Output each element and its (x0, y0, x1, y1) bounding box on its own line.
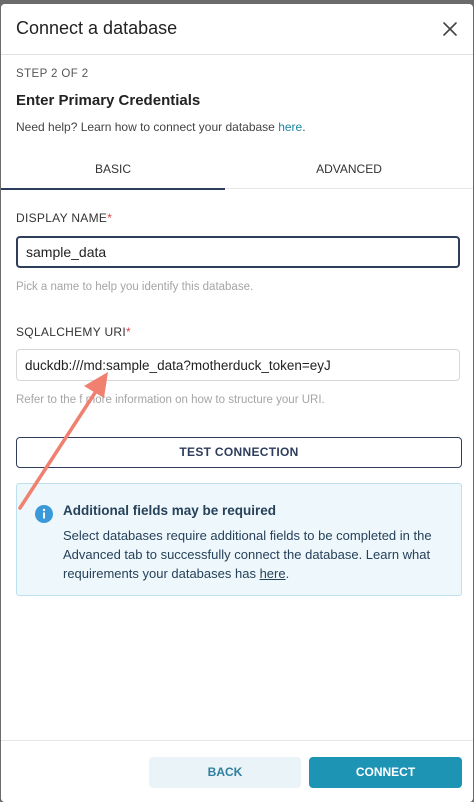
help-link[interactable]: here (278, 120, 302, 134)
connect-button[interactable]: CONNECT (309, 757, 462, 788)
section-title: Enter Primary Credentials (16, 92, 201, 109)
test-connection-button[interactable]: TEST CONNECTION (16, 437, 462, 468)
sqlalchemy-uri-input[interactable] (16, 349, 460, 381)
close-icon (443, 22, 457, 36)
back-button[interactable]: BACK (149, 757, 301, 788)
tab-basic[interactable]: BASIC (1, 150, 225, 190)
info-icon (35, 505, 53, 523)
alert-title: Additional fields may be required (63, 503, 277, 518)
connect-database-modal: Connect a database STEP 2 OF 2 Enter Pri… (1, 4, 473, 802)
alert-body: Select databases require additional fiel… (63, 528, 432, 581)
alert-requirements-link[interactable]: here (260, 566, 286, 581)
step-indicator: STEP 2 OF 2 (16, 68, 89, 80)
info-alert: Additional fields may be required Select… (16, 483, 462, 596)
tab-bar: BASIC ADVANCED (1, 150, 473, 190)
display-name-hint: Pick a name to help you identify this da… (16, 281, 254, 293)
close-button[interactable] (441, 20, 459, 38)
display-name-label: DISPLAY NAME* (16, 211, 113, 225)
sqlalchemy-uri-label: SQLALCHEMY URI* (16, 325, 131, 339)
modal-title: Connect a database (16, 18, 178, 38)
help-text: Need help? Learn how to connect your dat… (16, 120, 306, 134)
tab-advanced[interactable]: ADVANCED (225, 150, 473, 188)
display-name-input[interactable] (16, 236, 460, 268)
modal-header: Connect a database (1, 4, 473, 55)
sqlalchemy-uri-hint: Refer to the f more information on how t… (16, 394, 325, 406)
